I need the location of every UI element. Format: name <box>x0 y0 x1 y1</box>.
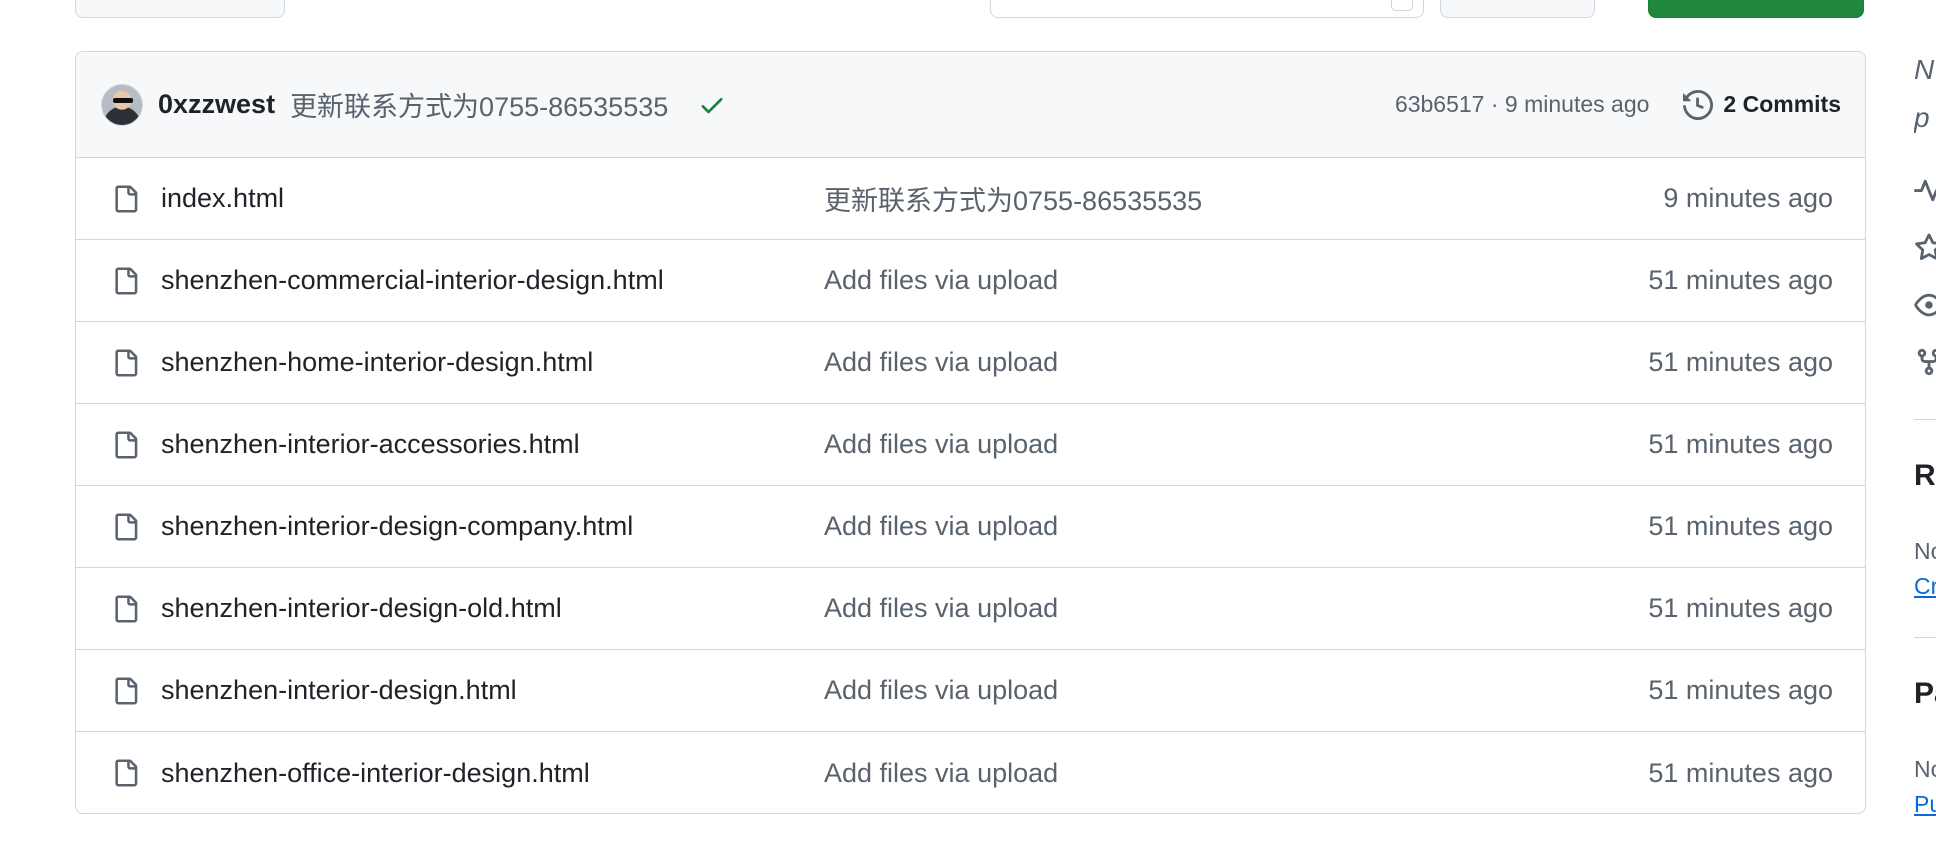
create-release-link[interactable]: Cr <box>1914 573 1936 600</box>
file-name-link[interactable]: shenzhen-interior-design.html <box>161 675 824 706</box>
file-row[interactable]: shenzhen-home-interior-design.html Add f… <box>76 322 1865 404</box>
file-commit-age: 51 minutes ago <box>1648 429 1833 459</box>
file-name-link[interactable]: shenzhen-commercial-interior-design.html <box>161 265 824 296</box>
file-browser: 0xzzwest 更新联系方式为0755-86535535 63b6517 · … <box>75 51 1866 814</box>
file-row[interactable]: shenzhen-interior-design.html Add files … <box>76 650 1865 732</box>
keyboard-shortcut-hint <box>1391 0 1413 11</box>
commits-history-link[interactable]: 2 Commits <box>1683 89 1841 120</box>
activity-icon[interactable] <box>1914 176 1936 206</box>
file-row[interactable]: shenzhen-interior-design-old.html Add fi… <box>76 568 1865 650</box>
file-commit-age: 51 minutes ago <box>1648 593 1833 623</box>
file-commit-message[interactable]: Add files via upload <box>824 429 1058 460</box>
commits-count-label: 2 Commits <box>1723 91 1841 117</box>
publish-package-link[interactable]: Pu <box>1914 791 1936 818</box>
go-to-file-input[interactable] <box>990 0 1424 18</box>
sidebar-divider <box>1914 637 1936 638</box>
commit-author[interactable]: 0xzzwest <box>158 89 275 120</box>
file-icon <box>112 429 139 461</box>
file-icon <box>112 675 139 707</box>
file-row[interactable]: shenzhen-office-interior-design.html Add… <box>76 732 1865 813</box>
sidebar-divider <box>1914 419 1936 420</box>
check-icon[interactable] <box>698 91 726 119</box>
about-description-line: N <box>1914 54 1935 85</box>
branch-selector-button[interactable] <box>75 0 285 18</box>
repo-sidebar: N p R No Cr Pa No Pu <box>1914 0 1936 842</box>
releases-note: No <box>1914 538 1936 564</box>
file-commit-message[interactable]: Add files via upload <box>824 265 1058 296</box>
latest-commit-bar: 0xzzwest 更新联系方式为0755-86535535 63b6517 · … <box>76 52 1865 158</box>
releases-heading[interactable]: R <box>1914 459 1936 493</box>
about-description: N p <box>1914 46 1934 142</box>
file-commit-age: 51 minutes ago <box>1648 757 1833 788</box>
file-name-link[interactable]: shenzhen-home-interior-design.html <box>161 347 824 378</box>
file-commit-message[interactable]: Add files via upload <box>824 675 1058 706</box>
author-avatar[interactable] <box>101 83 143 126</box>
history-icon <box>1683 89 1714 120</box>
eye-icon[interactable] <box>1914 290 1936 320</box>
fork-icon[interactable] <box>1914 347 1936 377</box>
file-row[interactable]: index.html 更新联系方式为0755-86535535 9 minute… <box>76 158 1865 240</box>
file-row[interactable]: shenzhen-interior-design-company.html Ad… <box>76 486 1865 568</box>
file-row[interactable]: shenzhen-interior-accessories.html Add f… <box>76 404 1865 486</box>
file-name-link[interactable]: shenzhen-interior-accessories.html <box>161 429 824 460</box>
file-commit-message[interactable]: Add files via upload <box>824 593 1058 624</box>
file-icon <box>112 347 139 379</box>
add-file-button[interactable] <box>1440 0 1595 18</box>
file-icon <box>112 757 139 789</box>
file-icon <box>112 183 139 215</box>
file-commit-age: 51 minutes ago <box>1648 511 1833 541</box>
file-name-link[interactable]: index.html <box>161 183 824 214</box>
commit-hash-and-time[interactable]: 63b6517 · 9 minutes ago <box>1395 91 1649 118</box>
file-commit-age: 51 minutes ago <box>1648 675 1833 705</box>
file-icon <box>112 593 139 625</box>
commit-message[interactable]: 更新联系方式为0755-86535535 <box>290 85 668 124</box>
file-name-link[interactable]: shenzhen-office-interior-design.html <box>161 758 824 789</box>
file-icon <box>112 511 139 543</box>
packages-heading[interactable]: Pa <box>1914 677 1936 711</box>
file-name-link[interactable]: shenzhen-interior-design-old.html <box>161 593 824 624</box>
file-commit-message[interactable]: Add files via upload <box>824 511 1058 542</box>
file-row[interactable]: shenzhen-commercial-interior-design.html… <box>76 240 1865 322</box>
code-button[interactable] <box>1648 0 1864 18</box>
file-commit-age: 51 minutes ago <box>1648 347 1833 377</box>
file-icon <box>112 265 139 297</box>
file-commit-message[interactable]: 更新联系方式为0755-86535535 <box>824 179 1202 218</box>
file-commit-message[interactable]: Add files via upload <box>824 347 1058 378</box>
file-commit-message[interactable]: Add files via upload <box>824 758 1058 789</box>
star-icon[interactable] <box>1914 233 1936 263</box>
file-commit-age: 51 minutes ago <box>1648 265 1833 295</box>
file-commit-age: 9 minutes ago <box>1663 183 1833 213</box>
packages-note: No <box>1914 756 1936 782</box>
about-description-line: p <box>1914 102 1930 133</box>
file-name-link[interactable]: shenzhen-interior-design-company.html <box>161 511 824 542</box>
repo-page: 0xzzwest 更新联系方式为0755-86535535 63b6517 · … <box>0 0 1936 842</box>
